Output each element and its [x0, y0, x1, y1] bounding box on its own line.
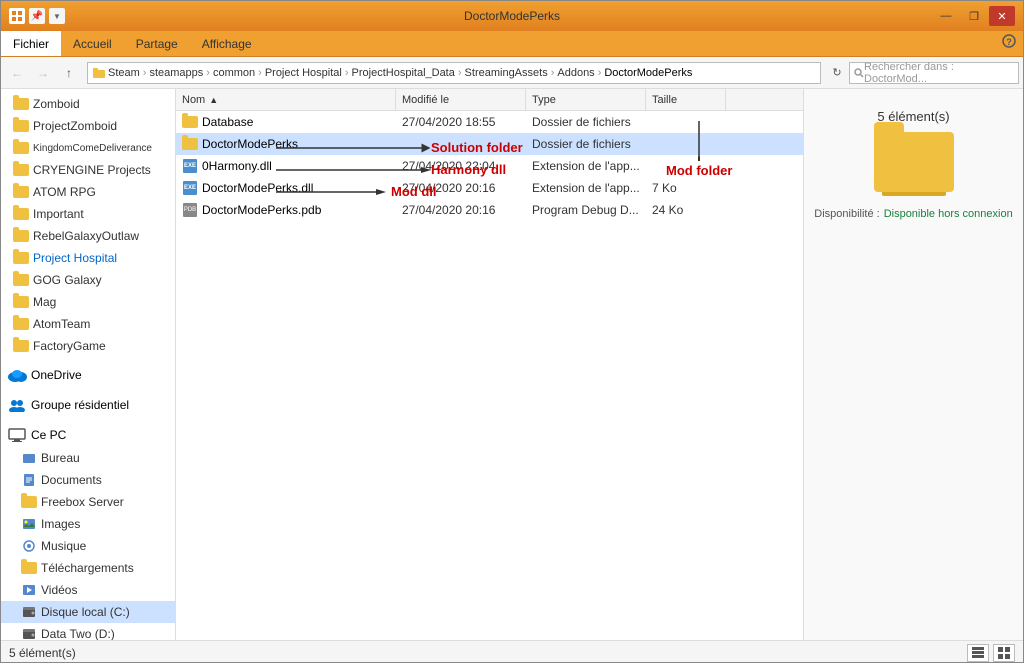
sidebar-item-rebel[interactable]: RebelGalaxyOutlaw [1, 225, 175, 247]
sidebar-item-telechargements[interactable]: Téléchargements [1, 557, 175, 579]
table-row[interactable]: Database 27/04/2020 18:55 Dossier de fic… [176, 111, 803, 133]
view-tiles-button[interactable] [993, 644, 1015, 662]
availability-value: Disponible hors connexion [884, 208, 1013, 220]
view-details-button[interactable] [967, 644, 989, 662]
onedrive-label: OneDrive [31, 368, 82, 382]
sidebar-item-videos[interactable]: Vidéos [1, 579, 175, 601]
sidebar-item-documents[interactable]: Documents [1, 469, 175, 491]
restore-button[interactable]: ❐ [961, 6, 987, 26]
group-label: Groupe résidentiel [31, 398, 129, 412]
preview-pane: 5 élément(s) Disponibilité : Disponible … [803, 89, 1023, 640]
search-bar[interactable]: Rechercher dans : DoctorMod... [849, 62, 1019, 84]
crumb-hospital[interactable]: Project Hospital [265, 67, 342, 79]
pdb-icon: PDB [182, 202, 198, 218]
onedrive-section[interactable]: OneDrive [1, 361, 175, 387]
sidebar-item-bureau[interactable]: Bureau [1, 447, 175, 469]
crumb-addons[interactable]: Addons [557, 67, 594, 79]
sidebar-item-factorygame[interactable]: FactoryGame [1, 335, 175, 357]
back-button[interactable]: ← [5, 61, 29, 85]
menu-icon: ▼ [49, 8, 65, 24]
search-placeholder: Rechercher dans : DoctorMod... [864, 61, 1014, 85]
sidebar-item-disk-c[interactable]: Disque local (C:) [1, 601, 175, 623]
menu-bar: Fichier Accueil Partage Affichage ? [1, 31, 1023, 57]
sidebar-item-disk-d[interactable]: Data Two (D:) [1, 623, 175, 640]
content-area: Nom ▲ Modifié le Type Taille [176, 89, 803, 640]
preview-folder-icon [874, 132, 954, 192]
crumb-steam[interactable]: Steam [108, 67, 140, 79]
sidebar-item-kcd[interactable]: KingdomComeDeliverance [1, 137, 175, 159]
menu-accueil[interactable]: Accueil [61, 31, 124, 56]
sidebar-item-atomteam[interactable]: AtomTeam [1, 313, 175, 335]
sidebar: Zomboid ProjectZomboid KingdomComeDelive… [1, 89, 176, 640]
col-size-header[interactable]: Taille [646, 89, 726, 110]
file-list-header: Nom ▲ Modifié le Type Taille [176, 89, 803, 111]
sidebar-item-atomrpg[interactable]: ATOM RPG [1, 181, 175, 203]
title-bar: 📌 ▼ DoctorModePerks — ❐ ✕ [1, 1, 1023, 31]
group-section[interactable]: Groupe résidentiel [1, 391, 175, 417]
col-name-header[interactable]: Nom ▲ [176, 89, 396, 110]
sidebar-item-projectzomboid[interactable]: ProjectZomboid [1, 115, 175, 137]
pc-section[interactable]: Ce PC [1, 421, 175, 447]
pin-icon: 📌 [29, 8, 45, 24]
menu-fichier[interactable]: Fichier [1, 31, 61, 56]
sidebar-item-important[interactable]: Important [1, 203, 175, 225]
menu-affichage[interactable]: Affichage [190, 31, 264, 56]
crumb-common[interactable]: common [213, 67, 255, 79]
folder-icon [182, 116, 198, 128]
sidebar-item-mag[interactable]: Mag [1, 291, 175, 313]
address-bar[interactable]: Steam › steamapps › common › Project Hos… [87, 62, 821, 84]
status-bar: 5 élément(s) [1, 640, 1023, 663]
col-type-header[interactable]: Type [526, 89, 646, 110]
content-wrapper: Nom ▲ Modifié le Type Taille [176, 89, 1023, 640]
menu-partage[interactable]: Partage [124, 31, 190, 56]
window-icon [9, 8, 25, 24]
status-text: 5 élément(s) [9, 646, 76, 660]
nav-bar: ← → ↑ Steam › steamapps › common › Proje… [1, 57, 1023, 89]
refresh-button[interactable]: ↻ [827, 62, 847, 84]
sidebar-item-zomboid[interactable]: Zomboid [1, 93, 175, 115]
forward-button[interactable]: → [31, 61, 55, 85]
pc-label: Ce PC [31, 428, 66, 442]
dll-icon: EXE [182, 180, 198, 196]
table-row[interactable]: EXE 0Harmony.dll 27/04/2020 22:04 Extens… [176, 155, 803, 177]
sidebar-item-cryengine[interactable]: CRYENGINE Projects [1, 159, 175, 181]
crumb-current[interactable]: DoctorModePerks [604, 67, 692, 79]
sidebar-item-musique[interactable]: Musique [1, 535, 175, 557]
file-list: Database 27/04/2020 18:55 Dossier de fic… [176, 111, 803, 221]
availability-label: Disponibilité : [814, 208, 879, 220]
minimize-button[interactable]: — [933, 6, 959, 26]
window-title: DoctorModePerks [464, 9, 560, 23]
crumb-streaming[interactable]: StreamingAssets [465, 67, 548, 79]
svg-text:?: ? [1006, 37, 1012, 47]
folder-icon [182, 138, 198, 150]
dll-icon: EXE [182, 158, 198, 174]
up-button[interactable]: ↑ [57, 61, 81, 85]
close-button[interactable]: ✕ [989, 6, 1015, 26]
sidebar-item-gog[interactable]: GOG Galaxy [1, 269, 175, 291]
main-layout: Zomboid ProjectZomboid KingdomComeDelive… [1, 89, 1023, 640]
sidebar-item-images[interactable]: Images [1, 513, 175, 535]
sidebar-item-hospital[interactable]: Project Hospital [1, 247, 175, 269]
sidebar-item-freebox[interactable]: Freebox Server [1, 491, 175, 513]
table-row[interactable]: EXE DoctorModePerks.dll 27/04/2020 20:16… [176, 177, 803, 199]
table-row[interactable]: PDB DoctorModePerks.pdb 27/04/2020 20:16… [176, 199, 803, 221]
col-date-header[interactable]: Modifié le [396, 89, 526, 110]
crumb-data[interactable]: ProjectHospital_Data [352, 67, 455, 79]
crumb-steamapps[interactable]: steamapps [149, 67, 203, 79]
table-row[interactable]: DoctorModePerks Dossier de fichiers [176, 133, 803, 155]
